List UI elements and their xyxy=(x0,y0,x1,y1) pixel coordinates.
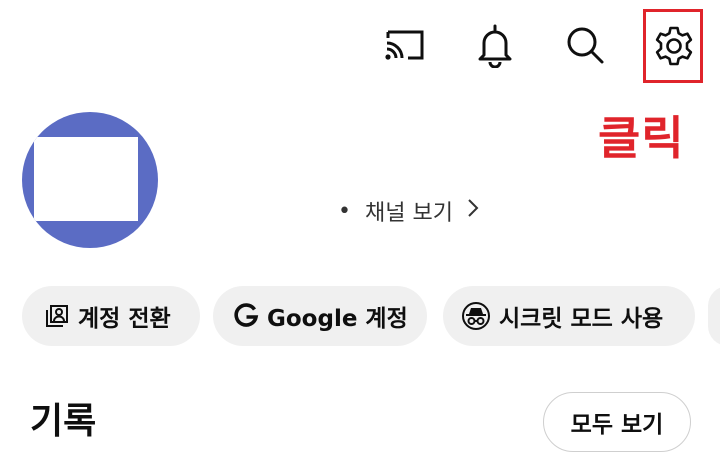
click-annotation: 클릭 xyxy=(598,111,685,165)
search-icon[interactable] xyxy=(564,24,606,66)
switch-account-chip[interactable]: 계정 전환 xyxy=(22,286,200,346)
google-account-chip[interactable]: Google 계정 xyxy=(213,286,427,346)
view-channel-link[interactable]: • 채널 보기 xyxy=(338,196,479,226)
incognito-icon xyxy=(461,302,491,330)
google-g-icon xyxy=(233,303,259,329)
incognito-chip[interactable]: 시크릿 모드 사용 xyxy=(443,286,695,346)
chevron-right-icon xyxy=(467,198,479,224)
switch-account-label: 계정 전환 xyxy=(78,306,171,332)
incognito-label: 시크릿 모드 사용 xyxy=(499,306,664,332)
view-channel-label: 채널 보기 xyxy=(364,201,453,226)
click-highlight-box xyxy=(643,9,703,83)
google-account-label: Google 계정 xyxy=(267,306,408,332)
history-heading: 기록 xyxy=(30,401,97,442)
next-chip-partial[interactable] xyxy=(708,286,720,346)
avatar-redaction xyxy=(34,137,138,221)
account-switch-icon xyxy=(44,303,70,329)
cast-icon[interactable] xyxy=(382,26,428,64)
bullet: • xyxy=(338,198,351,224)
bell-icon[interactable] xyxy=(474,22,516,68)
view-all-button[interactable]: 모두 보기 xyxy=(543,392,691,452)
avatar[interactable] xyxy=(22,112,158,248)
